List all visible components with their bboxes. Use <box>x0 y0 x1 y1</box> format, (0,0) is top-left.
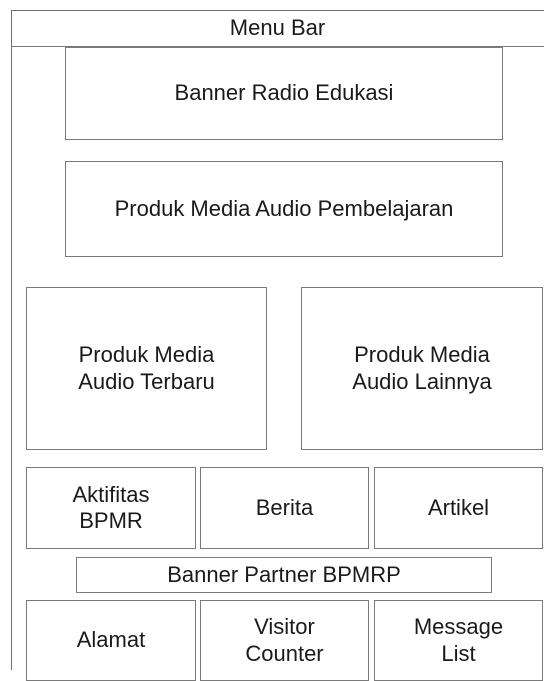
produk-media-audio-terbaru[interactable]: Produk Media Audio Terbaru <box>26 287 267 450</box>
visitor-counter[interactable]: Visitor Counter <box>200 600 369 681</box>
produk-media-audio-lainnya[interactable]: Produk Media Audio Lainnya <box>301 287 543 450</box>
menu-bar[interactable]: Menu Bar <box>11 10 544 47</box>
berita[interactable]: Berita <box>200 467 369 549</box>
aktifitas-bpmr[interactable]: Aktifitas BPMR <box>26 467 196 549</box>
banner-radio-edukasi[interactable]: Banner Radio Edukasi <box>65 47 503 140</box>
artikel[interactable]: Artikel <box>374 467 543 549</box>
produk-media-audio-pembelajaran[interactable]: Produk Media Audio Pembelajaran <box>65 161 503 257</box>
alamat[interactable]: Alamat <box>26 600 196 681</box>
message-list[interactable]: Message List <box>374 600 543 681</box>
banner-partner-bpmrp[interactable]: Banner Partner BPMRP <box>76 557 492 593</box>
